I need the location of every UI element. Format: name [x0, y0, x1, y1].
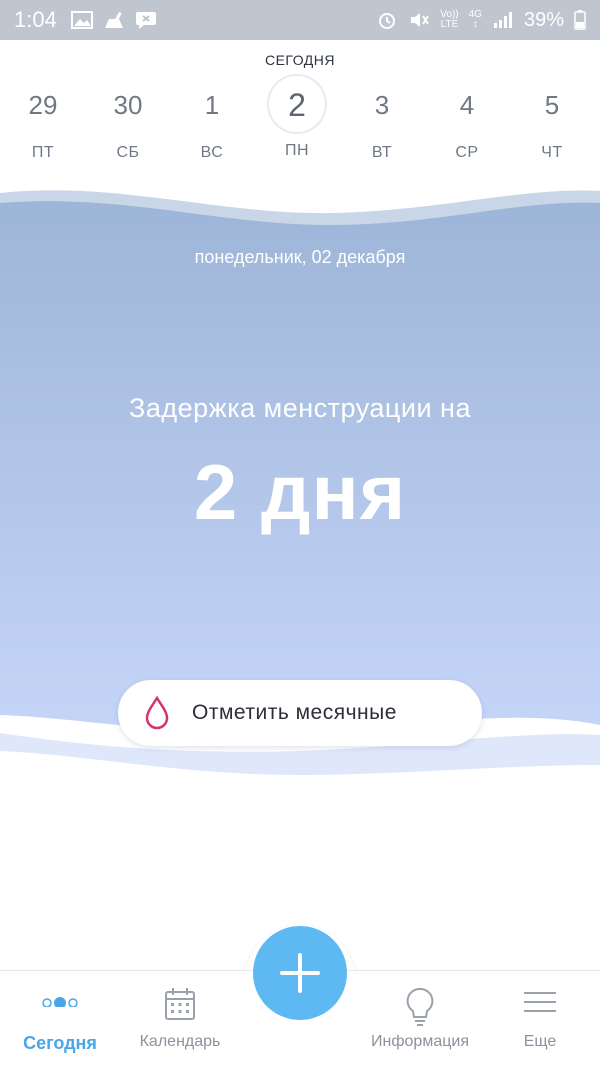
message-icon — [135, 12, 156, 29]
day-name: ЧТ — [541, 144, 563, 161]
status-time: 1:04 — [14, 7, 57, 32]
lightbulb-icon — [406, 987, 434, 1026]
cleaner-icon — [104, 12, 123, 28]
day-number: 4 — [459, 90, 475, 120]
nav-info[interactable]: Информация — [360, 971, 480, 1065]
day-name: СР — [455, 144, 479, 161]
week-strip: 29 ПТ 30 СБ 1 ВС 2 ПН 3 ВТ 4 СР 5 ЧТ — [0, 74, 600, 184]
day-30[interactable]: 30 СБ — [93, 74, 163, 162]
day-number: 29 — [28, 90, 58, 120]
status-bar: 1:04 Vo)) LTE 4G ↕ 39% — [0, 0, 600, 40]
day-3[interactable]: 3 ВТ — [347, 74, 417, 162]
day-5[interactable]: 5 ЧТ — [517, 74, 587, 162]
drop-icon — [145, 696, 169, 730]
day-number: 3 — [374, 90, 390, 120]
add-button[interactable] — [253, 926, 347, 1020]
day-number: 5 — [544, 90, 560, 120]
current-date: понедельник, 02 декабря — [194, 247, 406, 267]
today-label: СЕГОДНЯ — [264, 52, 336, 68]
signal-icon — [493, 12, 512, 28]
day-name: СБ — [116, 144, 140, 161]
day-name: ПТ — [31, 144, 55, 161]
battery-icon — [574, 10, 586, 30]
data-activity-label: ↕ — [472, 19, 478, 30]
alarm-icon — [379, 13, 396, 29]
nav-today-label: Сегодня — [23, 1033, 97, 1053]
delay-value: 2 дня — [193, 448, 407, 536]
mute-icon — [411, 13, 430, 27]
status-hero: понедельник, 02 декабря Задержка менстру… — [0, 185, 600, 785]
nav-calendar[interactable]: Календарь — [120, 971, 240, 1065]
mark-period-button[interactable]: Отметить месячные — [118, 680, 482, 746]
delay-caption: Задержка менструации на — [129, 393, 471, 423]
day-name: ВС — [200, 144, 224, 161]
today-dots-icon — [42, 997, 78, 1007]
nav-more-label: Еще — [523, 1033, 557, 1050]
day-name: ВТ — [371, 144, 393, 161]
nav-info-label: Информация — [371, 1033, 469, 1050]
battery-percent: 39% — [523, 8, 564, 31]
gallery-icon — [70, 11, 93, 29]
day-number: 2 — [267, 74, 327, 134]
day-29[interactable]: 29 ПТ — [8, 74, 78, 162]
day-1[interactable]: 1 ВС — [177, 74, 247, 162]
menu-icon — [524, 992, 556, 1012]
day-number: 1 — [204, 90, 220, 120]
nav-more[interactable]: Еще — [480, 971, 600, 1065]
nav-calendar-label: Календарь — [139, 1033, 221, 1050]
mark-period-label: Отметить месячные — [192, 701, 397, 724]
day-name: ПН — [284, 142, 310, 159]
nav-today[interactable]: Сегодня — [0, 971, 120, 1065]
lte-label: LTE — [440, 19, 459, 30]
plus-icon — [280, 953, 320, 993]
day-number: 30 — [113, 90, 143, 120]
day-2-selected[interactable]: 2 ПН — [262, 74, 332, 160]
day-4[interactable]: 4 СР — [432, 74, 502, 162]
calendar-icon — [165, 988, 195, 1020]
